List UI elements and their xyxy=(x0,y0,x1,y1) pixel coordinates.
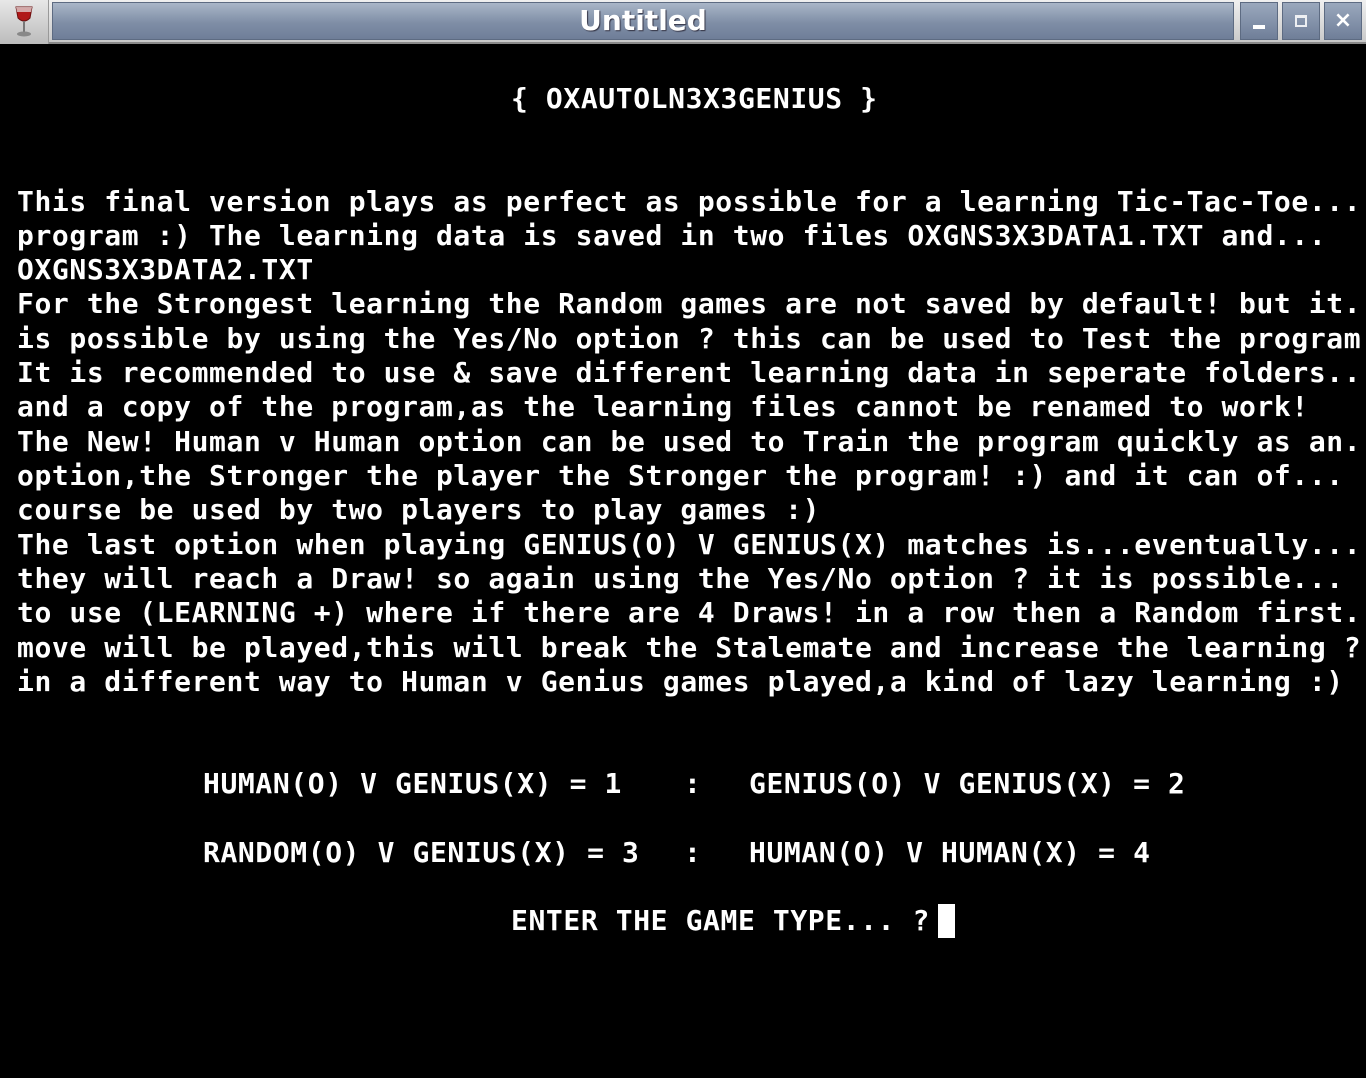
maximize-icon xyxy=(1295,15,1307,27)
description-line: option,the Stronger the player the Stron… xyxy=(17,459,1344,492)
description-line: is possible by using the Yes/No option ?… xyxy=(17,322,1366,355)
description-line: The New! Human v Human option can be use… xyxy=(17,425,1366,458)
menu-separator: : xyxy=(684,836,702,869)
menu-option-3: RANDOM(O) V GENIUS(X) = 3 xyxy=(203,836,640,869)
menu-option-2: GENIUS(O) V GENIUS(X) = 2 xyxy=(749,767,1186,800)
menu-option-4: HUMAN(O) V HUMAN(X) = 4 xyxy=(749,836,1151,869)
description-line: they will reach a Draw! so again using t… xyxy=(17,562,1344,595)
prompt-text: ENTER THE GAME TYPE... ? xyxy=(511,904,930,937)
close-button[interactable]: × xyxy=(1324,2,1362,40)
game-type-prompt[interactable]: ENTER THE GAME TYPE... ? xyxy=(511,904,955,938)
window-title: Untitled xyxy=(579,4,707,37)
description-line: It is recommended to use & save differen… xyxy=(17,356,1366,389)
description-line: For the Strongest learning the Random ga… xyxy=(17,287,1366,320)
title-bar[interactable]: Untitled × xyxy=(0,0,1366,44)
description-line: This final version plays as perfect as p… xyxy=(17,185,1362,218)
description-line: OXGNS3X3DATA2.TXT xyxy=(17,253,314,286)
console-output: { OXAUTOLN3X3GENIUS } This final version… xyxy=(0,46,1366,1078)
description-line: course be used by two players to play ga… xyxy=(17,493,821,526)
description-line: and a copy of the program,as the learnin… xyxy=(17,390,1309,423)
minimize-icon xyxy=(1253,25,1265,29)
menu-option-1: HUMAN(O) V GENIUS(X) = 1 xyxy=(203,767,622,800)
text-cursor[interactable] xyxy=(937,904,955,938)
description-line: move will be played,this will break the … xyxy=(17,631,1366,664)
description-line: to use (LEARNING +) where if there are 4… xyxy=(17,596,1366,629)
app-window: Untitled × { OXAUTOLN3X3GENIUS } This fi… xyxy=(0,0,1366,1078)
minimize-button[interactable] xyxy=(1240,2,1278,40)
wine-glass-icon[interactable] xyxy=(0,0,49,44)
description-line: in a different way to Human v Genius gam… xyxy=(17,665,1344,698)
description-line: program :) The learning data is saved in… xyxy=(17,219,1327,252)
description-line: The last option when playing GENIUS(O) V… xyxy=(17,528,1362,561)
maximize-button[interactable] xyxy=(1282,2,1320,40)
program-heading: { OXAUTOLN3X3GENIUS } xyxy=(511,82,878,115)
menu-separator: : xyxy=(684,767,702,800)
close-icon: × xyxy=(1333,8,1353,33)
